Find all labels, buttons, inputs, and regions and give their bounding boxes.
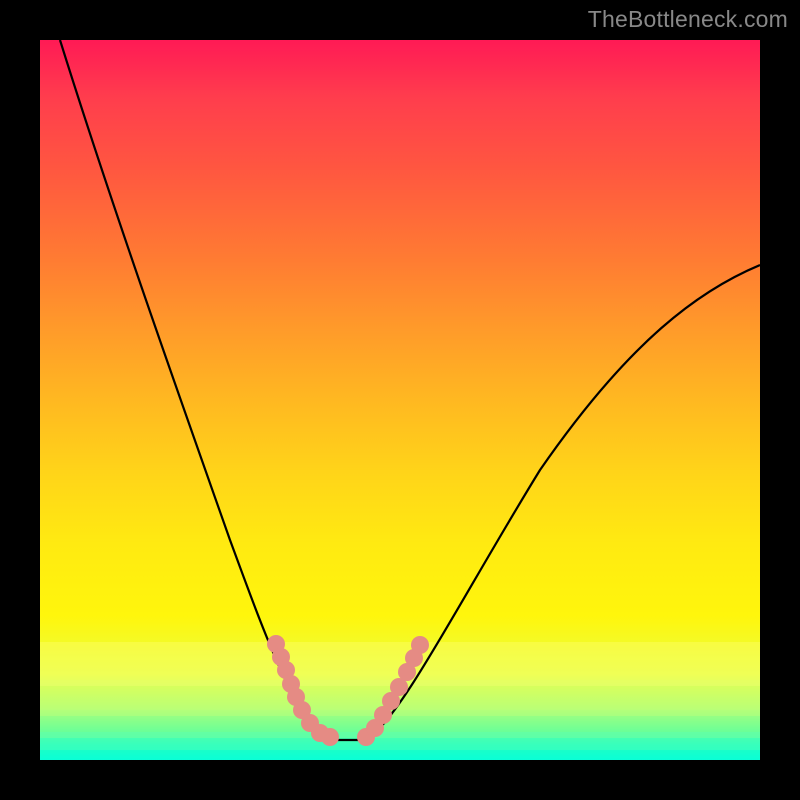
curve-layer (40, 40, 760, 760)
watermark-label: TheBottleneck.com (588, 6, 788, 33)
bottleneck-curve (60, 40, 760, 740)
chart-frame: TheBottleneck.com (0, 0, 800, 800)
highlight-dots (267, 635, 429, 746)
plot-area (40, 40, 760, 760)
highlight-dot (411, 636, 429, 654)
highlight-dot (321, 728, 339, 746)
